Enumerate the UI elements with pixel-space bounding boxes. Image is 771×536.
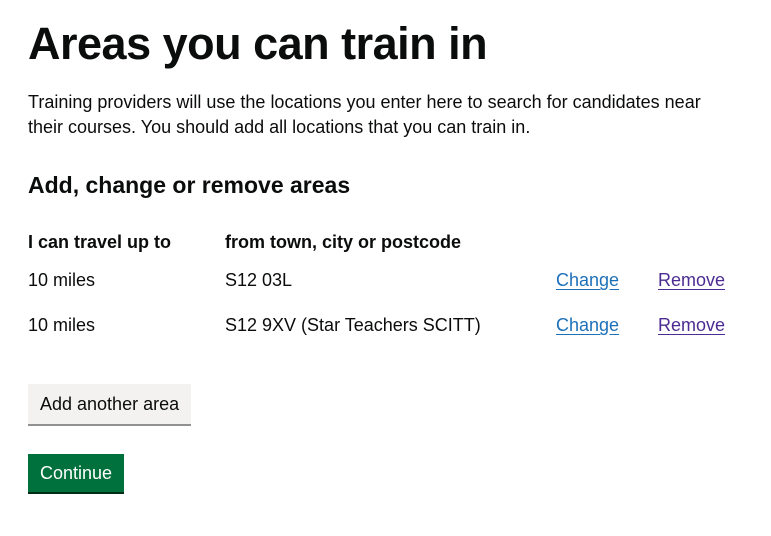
header-location: from town, city or postcode bbox=[225, 231, 462, 252]
add-another-area-button[interactable]: Add another area bbox=[28, 384, 192, 424]
row-distance: 10 miles bbox=[28, 270, 96, 290]
row-distance: 10 miles bbox=[28, 315, 96, 335]
header-distance: I can travel up to bbox=[28, 231, 172, 252]
table-row: 10 miles S12 9XV (Star Teachers SCITT) C… bbox=[28, 303, 738, 348]
row-location: S12 03L bbox=[225, 270, 293, 290]
change-link[interactable]: Change bbox=[556, 270, 619, 290]
intro-text: Training providers will use the location… bbox=[28, 92, 701, 137]
section-heading: Add, change or remove areas bbox=[28, 172, 351, 198]
header-change-empty bbox=[556, 226, 658, 258]
continue-button[interactable]: Continue bbox=[28, 454, 125, 492]
remove-link[interactable]: Remove bbox=[658, 270, 725, 290]
header-remove-empty bbox=[658, 226, 738, 258]
change-link[interactable]: Change bbox=[556, 315, 619, 335]
areas-table: I can travel up to from town, city or po… bbox=[28, 226, 738, 348]
page-title: Areas you can train in bbox=[28, 18, 488, 69]
row-location: S12 9XV (Star Teachers SCITT) bbox=[225, 315, 481, 335]
table-header-row: I can travel up to from town, city or po… bbox=[28, 226, 738, 258]
table-row: 10 miles S12 03L Change Remove bbox=[28, 258, 738, 303]
remove-link[interactable]: Remove bbox=[658, 315, 725, 335]
